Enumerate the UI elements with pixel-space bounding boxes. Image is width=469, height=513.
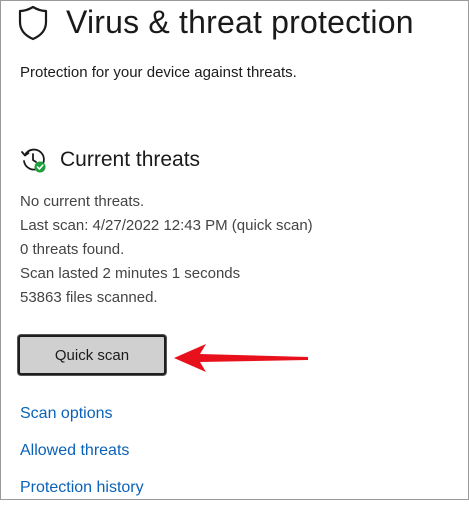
page-subtitle: Protection for your device against threa… [20,64,297,81]
scan-info: No current threats. Last scan: 4/27/2022… [20,190,313,310]
scan-duration-text: Scan lasted 2 minutes 1 seconds [20,265,241,282]
last-scan-text: Last scan: 4/27/2022 12:43 PM (quick sca… [20,217,313,234]
current-threats-title: Current threats [60,148,201,171]
current-threats-header: Current threats [20,146,200,174]
page-header: Virus & threat protection [18,4,414,41]
annotation-arrow-icon [174,344,308,372]
page-title: Virus & threat protection [66,4,414,40]
scan-options-link[interactable]: Scan options [20,402,144,439]
quick-scan-button[interactable]: Quick scan [18,335,166,375]
protection-history-link[interactable]: Protection history [20,476,144,513]
threat-status-text: No current threats. [20,193,145,210]
allowed-threats-link[interactable]: Allowed threats [20,439,144,476]
links-list: Scan options Allowed threats Protection … [20,402,144,513]
files-scanned-text: 53863 files scanned. [20,289,158,306]
threats-found-text: 0 threats found. [20,241,125,258]
shield-icon [18,5,48,40]
history-check-icon [21,148,46,173]
